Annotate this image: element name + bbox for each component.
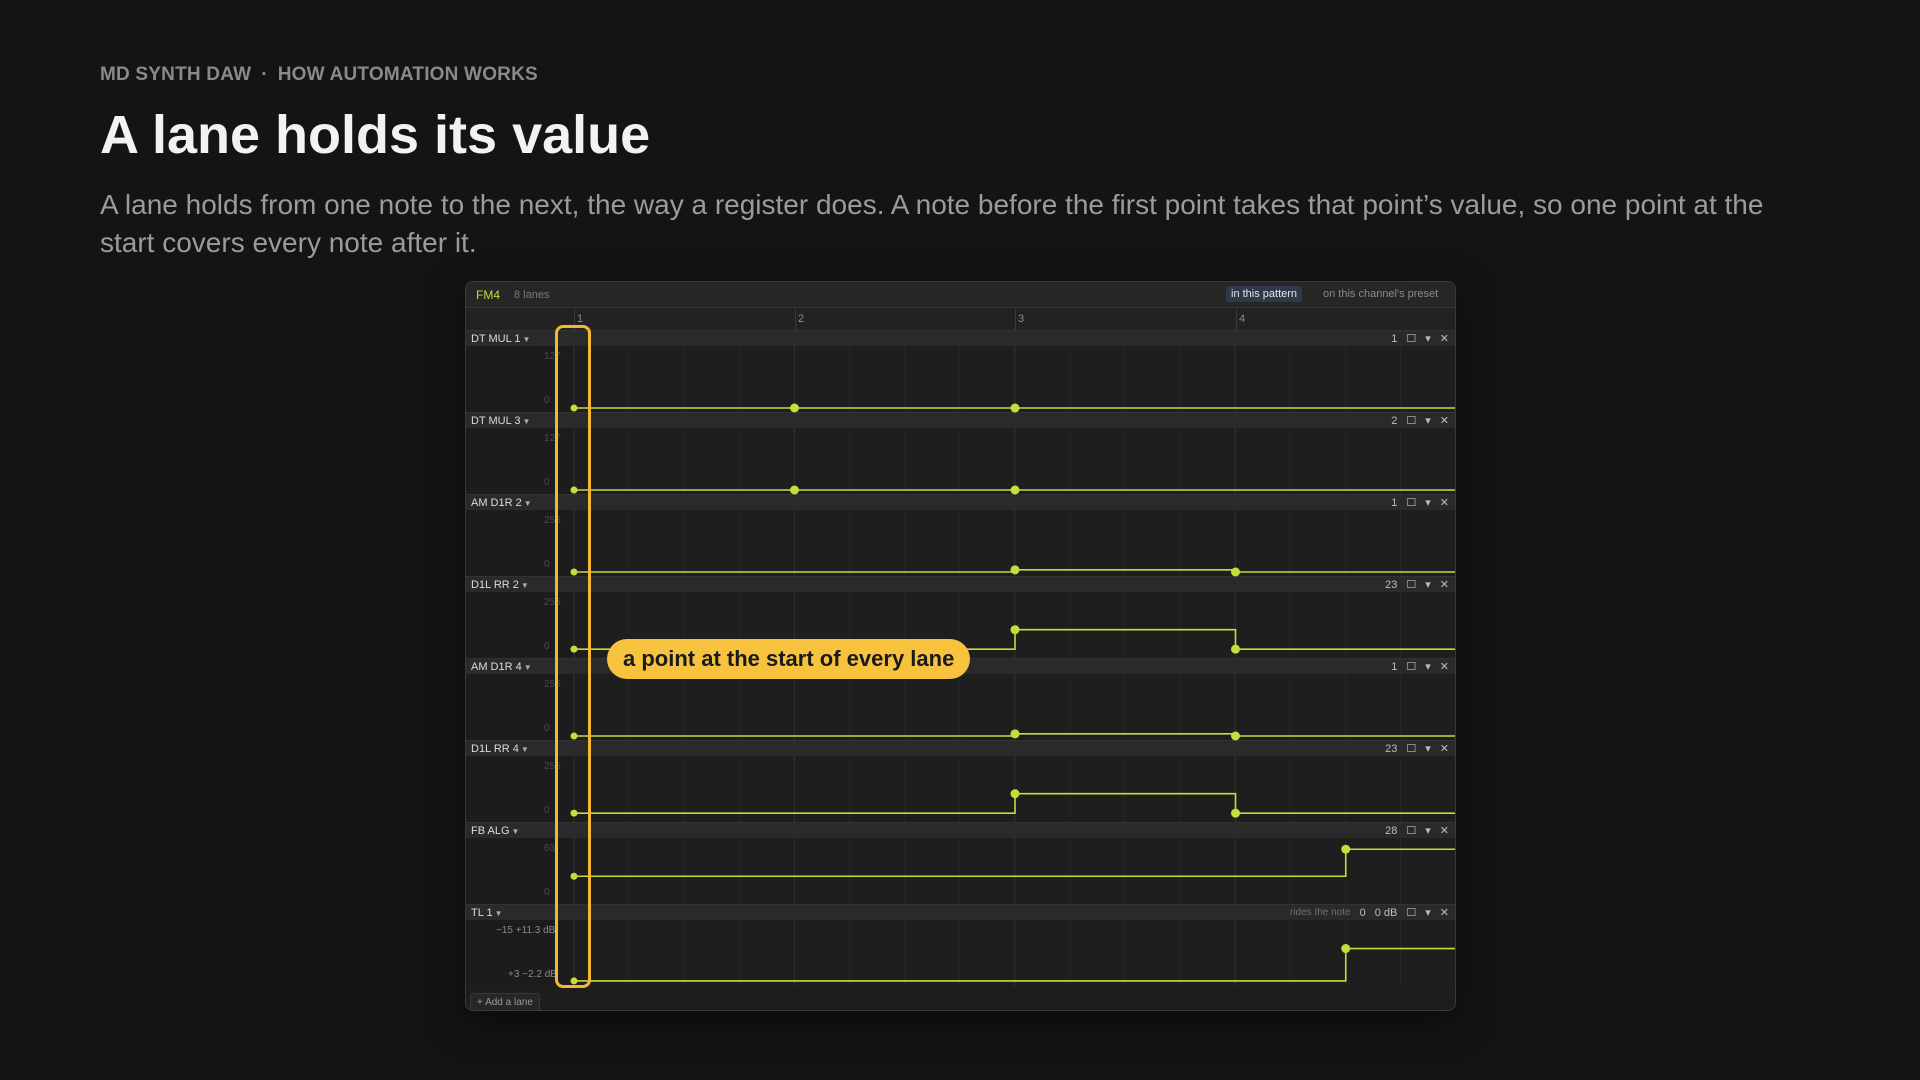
automation-point — [1231, 808, 1240, 818]
callout-highlight — [555, 325, 591, 988]
eyebrow-app: MD SYNTH DAW — [100, 64, 252, 85]
scope-pattern-tab[interactable]: in this pattern — [1226, 286, 1303, 302]
automation-point — [1010, 625, 1020, 635]
page-title: A lane holds its value — [100, 105, 651, 165]
bar-number: 3 — [1018, 313, 1025, 325]
lane-count: 8 lanes — [514, 289, 550, 301]
automation-point — [1231, 644, 1240, 654]
page-subtitle: A lane holds from one note to the next, … — [100, 189, 1764, 258]
eyebrow-separator: · — [261, 64, 268, 85]
channel-name: FM4 — [476, 288, 500, 302]
automation-point — [790, 485, 799, 495]
automation-point — [1231, 731, 1240, 741]
bar-number: 1 — [577, 313, 584, 325]
eyebrow: MD SYNTH DAW · HOW AUTOMATION WORKS — [100, 64, 538, 86]
bar-number: 4 — [1239, 313, 1246, 325]
automation-point — [1010, 485, 1020, 495]
automation-point — [1341, 844, 1351, 854]
bar-ruler: 1 2 3 4 — [466, 308, 1455, 330]
scope-preset-tab[interactable]: on this channel's preset — [1323, 288, 1438, 300]
add-lane-button[interactable]: + Add a lane — [470, 993, 540, 1010]
automation-point — [1010, 789, 1020, 799]
callout-label: a point at the start of every lane — [607, 639, 971, 679]
automation-point — [790, 403, 799, 413]
automation-point — [1341, 944, 1351, 954]
eyebrow-section: HOW AUTOMATION WORKS — [277, 64, 538, 85]
automation-point — [1010, 729, 1020, 739]
panel-header: FM4 8 lanes in this pattern on this chan… — [466, 282, 1455, 308]
automation-point — [1010, 565, 1020, 575]
automation-point — [1010, 403, 1020, 413]
bar-number: 2 — [798, 313, 805, 325]
automation-point — [1231, 567, 1240, 577]
